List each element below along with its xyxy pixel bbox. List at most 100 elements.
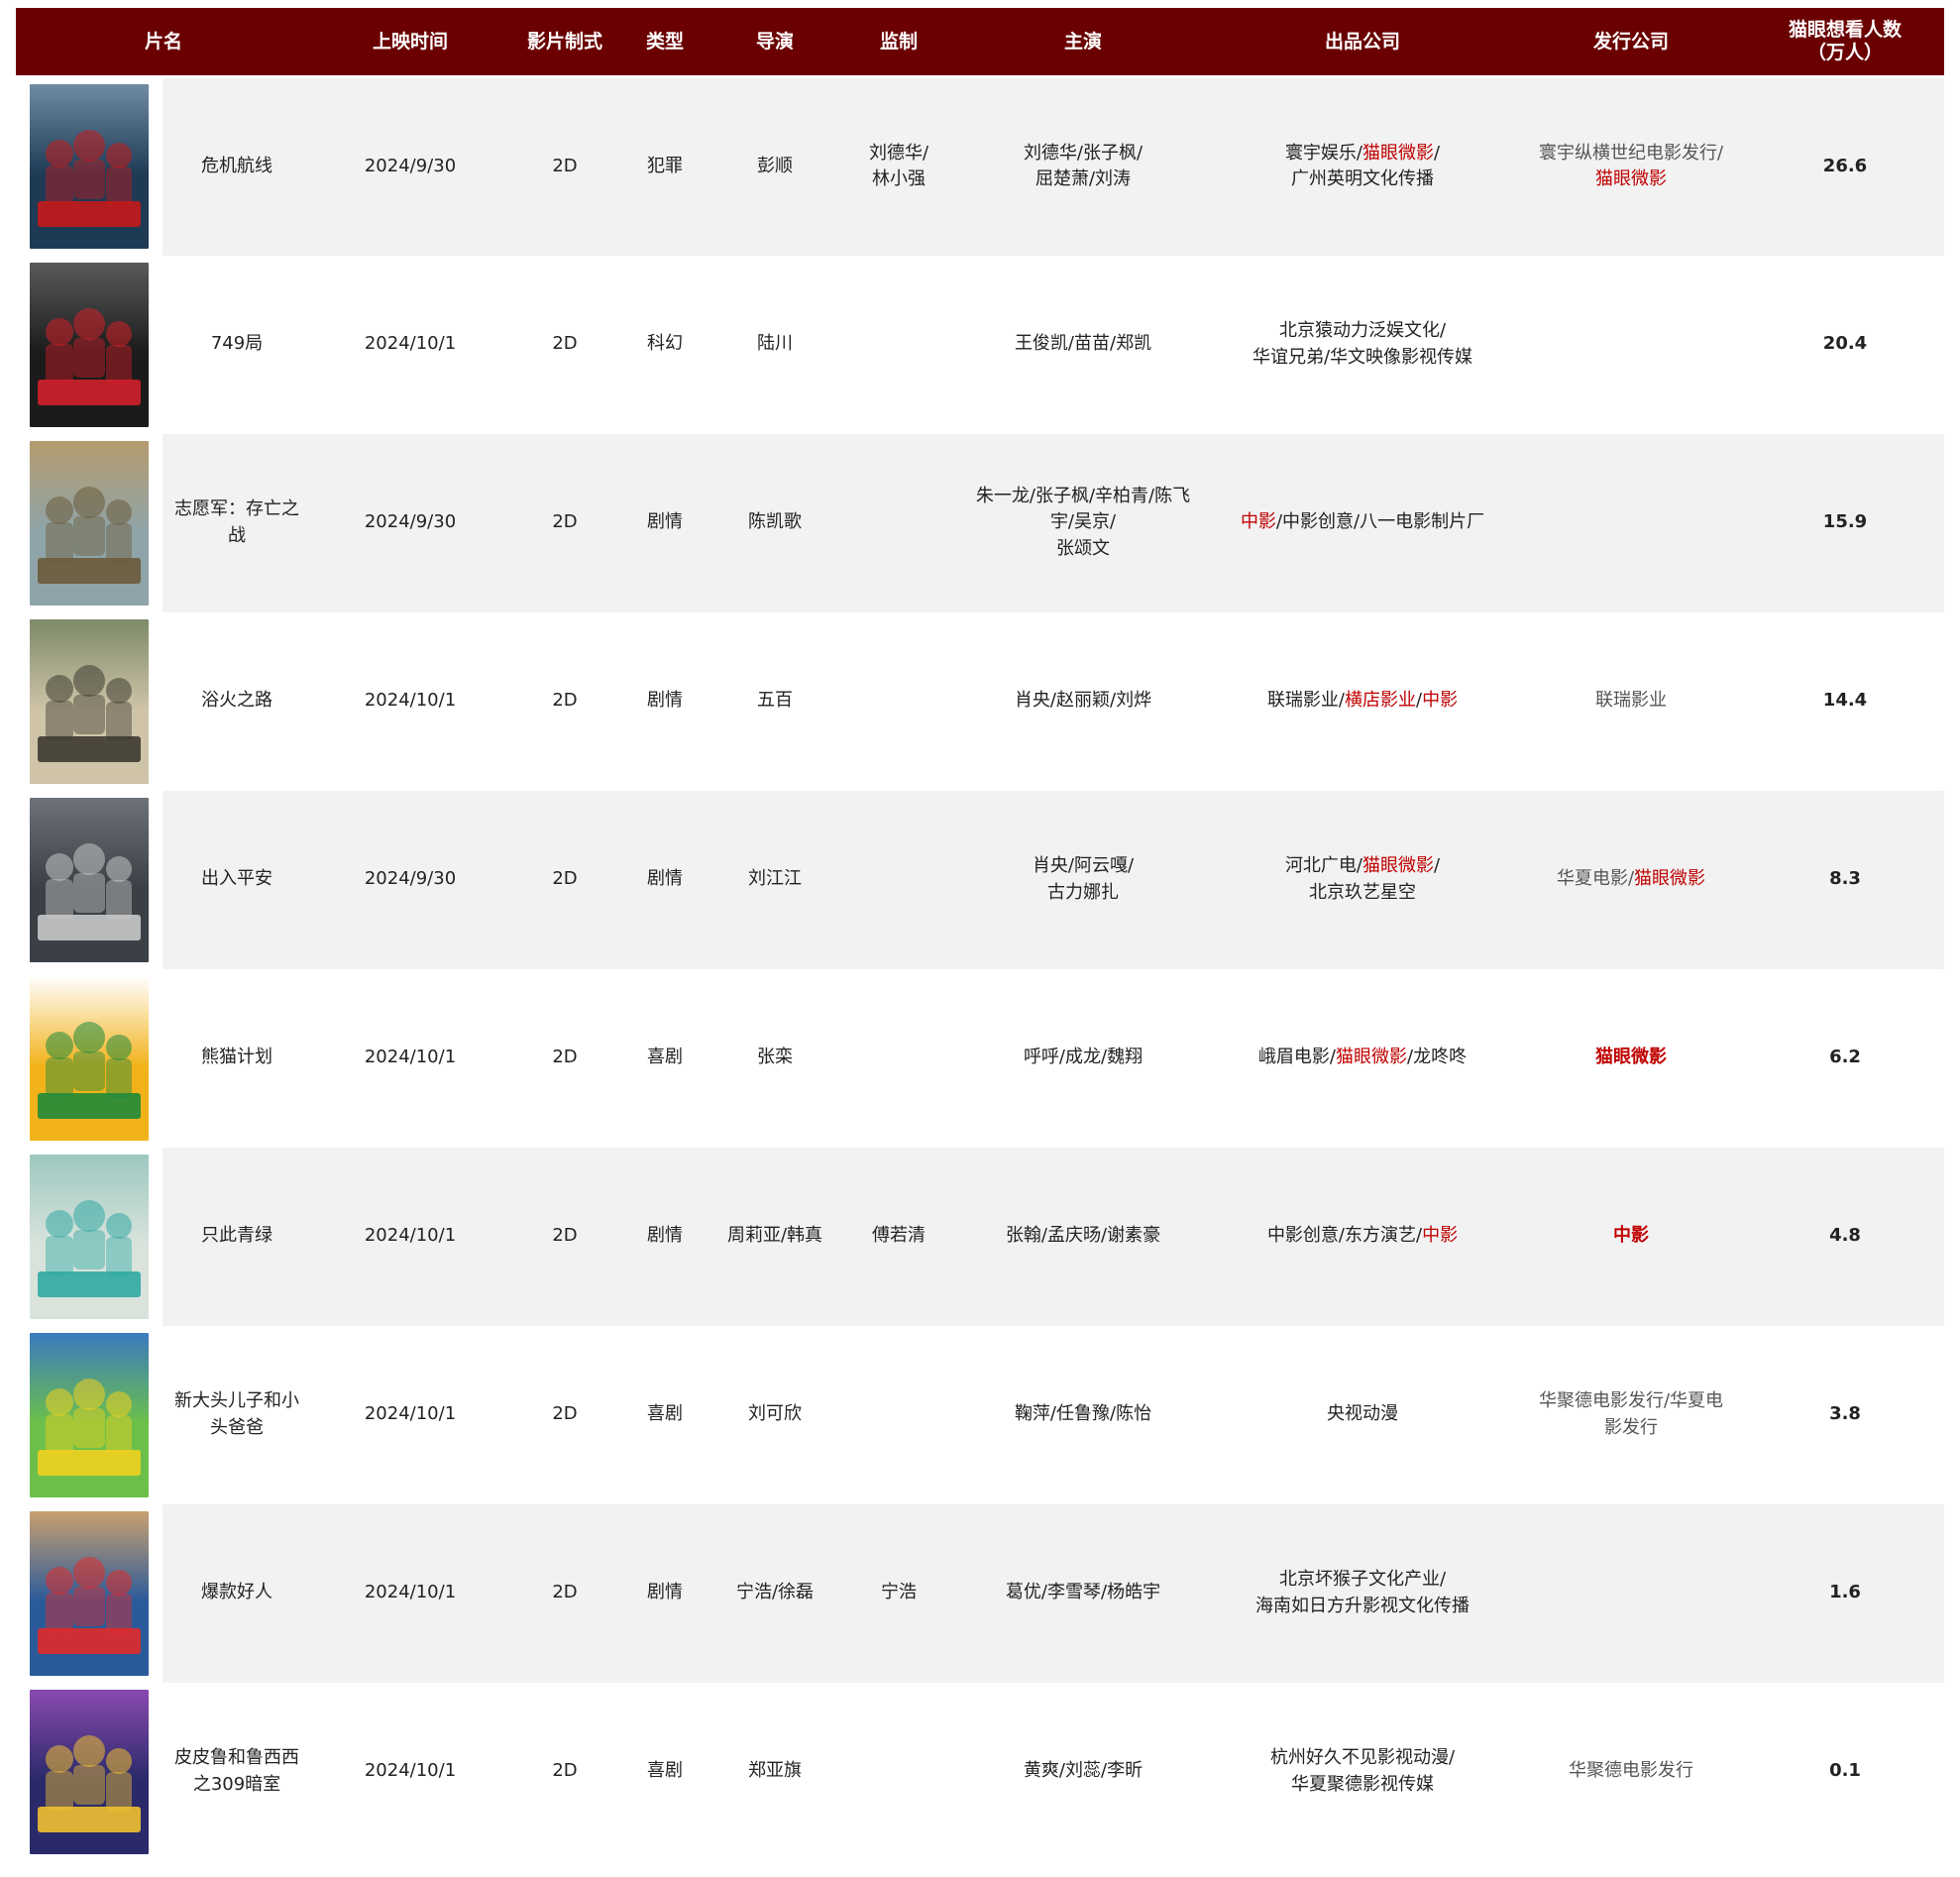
cast: 葛优/李雪琴/杨皓宇 xyxy=(957,1503,1210,1683)
distributor-segment: 猫眼微影 xyxy=(1634,868,1706,890)
release-date: 2024/10/1 xyxy=(311,255,510,434)
want-to-see-count: 6.2 xyxy=(1746,968,1945,1148)
want-to-see-count: 1.6 xyxy=(1746,1503,1945,1683)
table-row: 皮皮鲁和鲁西西之309暗室 2024/10/1 2D 喜剧 郑亚旗 黄爽/刘蕊/李昕 杭州好… xyxy=(16,1682,1945,1861)
cast: 呼呼/成龙/魏翔 xyxy=(957,968,1210,1148)
movie-title: 志愿军：存亡之战 xyxy=(163,433,312,612)
supervisor xyxy=(840,1325,958,1504)
poster-cell xyxy=(16,1147,163,1326)
distributor-segment: 华聚德电影发行 xyxy=(1569,1760,1694,1782)
producer-segment: 中影创意/东方演艺/ xyxy=(1266,1225,1423,1247)
want-to-see-count: 0.1 xyxy=(1746,1682,1945,1861)
table-row: 新大头儿子和小头爸爸 2024/10/1 2D 喜剧 刘可欣 鞠萍/任鲁豫/陈怡 央视动漫 华… xyxy=(16,1325,1945,1504)
film-format: 2D xyxy=(509,76,621,256)
poster-cell xyxy=(16,1503,163,1683)
director: 五百 xyxy=(709,611,841,791)
release-date: 2024/9/30 xyxy=(311,433,510,612)
genre: 喜剧 xyxy=(620,1325,710,1504)
release-date: 2024/10/1 xyxy=(311,1682,510,1861)
producers: 中影创意/东方演艺/中影 xyxy=(1209,1147,1517,1326)
producer-segment: 北京猿动力泛娱文化/华谊兄弟/华文映像影视传媒 xyxy=(1252,320,1473,368)
header-title: 片名 xyxy=(16,8,312,78)
poster-cell xyxy=(16,433,163,612)
header-distributors: 发行公司 xyxy=(1516,8,1747,78)
want-to-see-count: 20.4 xyxy=(1746,255,1945,434)
producer-segment: 中影 xyxy=(1422,690,1459,712)
cast: 黄爽/刘蕊/李昕 xyxy=(957,1682,1210,1861)
poster-icon xyxy=(30,84,149,250)
movie-title: 出入平安 xyxy=(163,790,312,969)
distributor-segment: 中影 xyxy=(1613,1225,1650,1247)
header-supervisor: 监制 xyxy=(840,8,958,78)
genre: 科幻 xyxy=(620,255,710,434)
poster-icon xyxy=(30,797,149,962)
producer-segment: 猫眼微影 xyxy=(1336,1047,1408,1068)
producer-segment: 猫眼微影 xyxy=(1362,855,1435,877)
movie-title: 危机航线 xyxy=(163,76,312,256)
film-format: 2D xyxy=(509,1325,621,1504)
movie-title: 749局 xyxy=(163,255,312,434)
supervisor xyxy=(840,968,958,1148)
supervisor xyxy=(840,611,958,791)
poster-icon xyxy=(30,1154,149,1319)
want-to-see-count: 14.4 xyxy=(1746,611,1945,791)
poster-cell xyxy=(16,1325,163,1504)
release-date: 2024/10/1 xyxy=(311,1325,510,1504)
table-row: 749局 2024/10/1 2D 科幻 陆川 王俊凯/苗苗/郑凯 北京猿动力泛娱文化/华谊… xyxy=(16,255,1945,434)
poster-cell xyxy=(16,968,163,1148)
cast: 朱一龙/张子枫/辛柏青/陈飞 宇/吴京/张颂文 xyxy=(957,433,1210,612)
poster-icon xyxy=(30,262,149,427)
cast: 刘德华/张子枫/屈楚萧/刘涛 xyxy=(957,76,1210,256)
want-to-see-count: 8.3 xyxy=(1746,790,1945,969)
header-genre: 类型 xyxy=(620,8,710,78)
distributors xyxy=(1516,1503,1747,1683)
producer-segment: 猫眼微影 xyxy=(1362,143,1435,165)
genre: 剧情 xyxy=(620,790,710,969)
genre: 剧情 xyxy=(620,1503,710,1683)
supervisor: 宁浩 xyxy=(840,1503,958,1683)
supervisor: 刘德华/林小强 xyxy=(840,76,958,256)
film-format: 2D xyxy=(509,968,621,1148)
producer-segment: 中影 xyxy=(1422,1225,1459,1247)
producer-segment: /中影创意/八一电影制片厂 xyxy=(1275,511,1485,533)
director: 刘可欣 xyxy=(709,1325,841,1504)
header-producers: 出品公司 xyxy=(1209,8,1517,78)
table-row: 出入平安 2024/9/30 2D 剧情 刘江江 肖央/阿云嘎/古力娜扎 河北广电/猫眼微影… xyxy=(16,790,1945,969)
release-date: 2024/10/1 xyxy=(311,1147,510,1326)
genre: 剧情 xyxy=(620,611,710,791)
poster-cell xyxy=(16,611,163,791)
cast: 肖央/赵丽颖/刘烨 xyxy=(957,611,1210,791)
director: 陈凯歌 xyxy=(709,433,841,612)
distributors: 猫眼微影 xyxy=(1516,968,1747,1148)
producers: 中影/中影创意/八一电影制片厂 xyxy=(1209,433,1517,612)
header-cast: 主演 xyxy=(957,8,1210,78)
producer-segment: 杭州好久不见影视动漫/华夏聚德影视传媒 xyxy=(1269,1747,1456,1795)
distributor-segment: 猫眼微影 xyxy=(1595,168,1668,190)
poster-icon xyxy=(30,975,149,1141)
cast: 鞠萍/任鲁豫/陈怡 xyxy=(957,1325,1210,1504)
distributor-segment: 猫眼微影 xyxy=(1595,1047,1668,1068)
producer-segment: 横店影业 xyxy=(1345,690,1417,712)
distributors: 寰宇纵横世纪电影发行/猫眼微影 xyxy=(1516,76,1747,256)
distributors: 中影 xyxy=(1516,1147,1747,1326)
want-to-see-count: 4.8 xyxy=(1746,1147,1945,1326)
distributor-segment: 华聚德电影发行/华夏电 影发行 xyxy=(1538,1390,1724,1438)
cast: 张翰/孟庆旸/谢素豪 xyxy=(957,1147,1210,1326)
genre: 剧情 xyxy=(620,433,710,612)
movie-title: 只此青绿 xyxy=(163,1147,312,1326)
table-header-row: 片名 上映时间 影片制式 类型 导演 监制 主演 出品公司 发行公司 猫眼想看人… xyxy=(16,8,1945,78)
header-director: 导演 xyxy=(709,8,841,78)
movie-title: 浴火之路 xyxy=(163,611,312,791)
director: 郑亚旗 xyxy=(709,1682,841,1861)
supervisor xyxy=(840,255,958,434)
table-row: 浴火之路 2024/10/1 2D 剧情 五百 肖央/赵丽颖/刘烨 联瑞影业/横店影业/中影… xyxy=(16,611,1945,791)
poster-icon xyxy=(30,1510,149,1676)
cast: 肖央/阿云嘎/古力娜扎 xyxy=(957,790,1210,969)
producers: 北京坏猴子文化产业/海南如日方升影视文化传播 xyxy=(1209,1503,1517,1683)
distributors: 华夏电影/猫眼微影 xyxy=(1516,790,1747,969)
table-row: 危机航线 2024/9/30 2D 犯罪 彭顺 刘德华/林小强 刘德华/张子枫/屈楚萧/刘涛… xyxy=(16,76,1945,256)
producers: 北京猿动力泛娱文化/华谊兄弟/华文映像影视传媒 xyxy=(1209,255,1517,434)
film-format: 2D xyxy=(509,1147,621,1326)
film-format: 2D xyxy=(509,255,621,434)
director: 张栾 xyxy=(709,968,841,1148)
